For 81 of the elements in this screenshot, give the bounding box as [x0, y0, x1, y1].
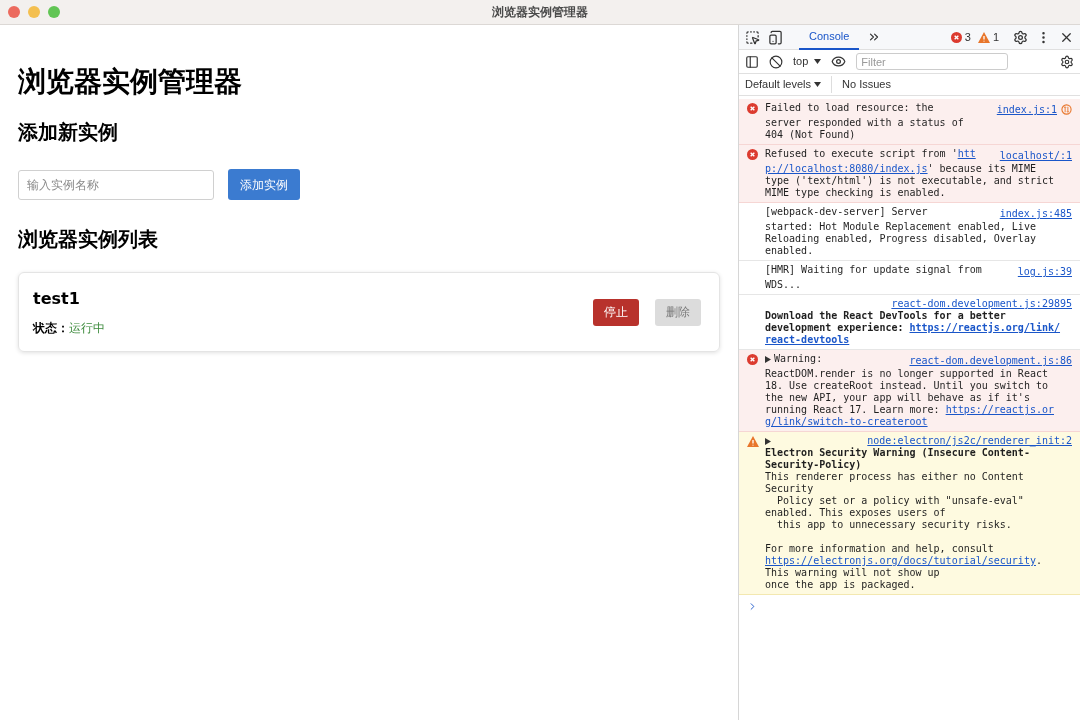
error-icon — [747, 103, 758, 114]
message-text: the new API, your app will behave as if it's — [765, 392, 1030, 403]
message-text: enabled. This exposes users of — [765, 507, 946, 518]
warning-count: 1 — [992, 29, 999, 45]
message-text: started: Hot Module Replacement enabled, Live — [765, 221, 1036, 232]
message-text: Warning: — [774, 353, 823, 364]
message-text: server responded with a status of — [765, 117, 964, 128]
message-text: [webpack-dev-server] Server — [765, 206, 928, 217]
expand-triangle-icon[interactable] — [765, 437, 771, 445]
error-count-icon — [950, 31, 962, 43]
context-dropdown[interactable]: top — [793, 53, 822, 70]
clear-console-icon[interactable] — [769, 54, 783, 69]
message-text: Reloading enabled, Progress disabled, Overlay — [765, 233, 1036, 244]
message-text: ReactDOM.render is no longer supported in React — [765, 368, 1048, 379]
message-text: Security — [765, 483, 814, 494]
message-text: . — [1035, 555, 1042, 566]
issues-label: No Issues — [842, 77, 891, 93]
message-link[interactable]: p://localhost:8080/index.js — [765, 163, 928, 174]
warning-icon — [747, 436, 759, 447]
filter-input[interactable]: Filter — [856, 53, 1009, 70]
message-text: type ('text/html') is not executable, and strict — [765, 175, 1054, 186]
message-text: development experience: — [765, 322, 905, 333]
message-text: 404 (Not Found) — [765, 129, 856, 140]
message-link[interactable]: https://reactjs.or — [945, 404, 1054, 415]
live-expression-icon[interactable] — [831, 54, 847, 69]
error-icon — [747, 149, 758, 160]
expand-triangle-icon[interactable] — [765, 355, 771, 363]
message-link[interactable]: react-devtools — [765, 334, 850, 345]
message-link[interactable]: https://electronjs.org/docs/tutorial/security — [765, 555, 1036, 566]
message-text: Policy set or a policy with "unsafe-eval" — [776, 495, 1024, 506]
source-link[interactable]: react-dom.development.js:86 — [909, 353, 1072, 368]
settings-icon[interactable] — [1013, 29, 1028, 45]
message-text: 18. Use createRoot instead. Until you switch to — [765, 380, 1048, 391]
message-text: Failed to load resource: the — [765, 102, 934, 113]
error-icon — [747, 354, 758, 365]
message-link[interactable]: g/link/switch-to-createroot — [765, 416, 928, 427]
source-link[interactable]: index.js:1 — [996, 102, 1057, 117]
network-request-icon[interactable] — [1061, 104, 1072, 115]
message-text: enabled. — [765, 245, 814, 256]
message-text: Security-Policy) — [765, 459, 862, 470]
message-text: Download the React DevTools for a better — [765, 310, 1006, 321]
add-instance-button[interactable]: 添加实例 — [228, 169, 300, 200]
message-text: running React 17. Learn more: — [765, 404, 941, 415]
instance-name-input[interactable]: 输入实例名称 — [18, 169, 214, 200]
message-link[interactable]: https://reactjs.org/link/ — [909, 322, 1060, 333]
section-heading: 浏览器实例列表 — [18, 226, 159, 252]
message-text: once the app is packaged. — [765, 579, 916, 590]
message-text: MIME type checking is enabled. — [765, 187, 946, 198]
source-link[interactable]: index.js:485 — [999, 206, 1072, 221]
message-text: This renderer process has either no Content — [765, 471, 1024, 482]
source-link[interactable]: log.js:39 — [1017, 264, 1072, 279]
caret-icon — [814, 82, 822, 87]
page-heading: 浏览器实例管理器 — [18, 65, 243, 99]
message-text: This warning will not show up — [765, 567, 940, 578]
device-toolbar-icon[interactable] — [768, 29, 783, 45]
message-text: [HMR] Waiting for update signal from — [765, 264, 982, 275]
source-link[interactable]: react-dom.development.js:29895 — [891, 298, 1072, 310]
message-text: this app to unnecessary security risks. — [776, 519, 1012, 530]
window-title: 浏览器实例管理器 — [492, 4, 588, 21]
status-value: 运行中 — [69, 320, 105, 337]
inspect-element-icon[interactable] — [745, 29, 760, 45]
sidebar-toggle-icon[interactable] — [745, 54, 759, 69]
warning-count-icon — [977, 31, 990, 43]
instance-name: test1 — [33, 288, 81, 310]
source-link[interactable]: node:electron/js2c/renderer_init:2 — [867, 435, 1072, 447]
caret-icon — [814, 59, 822, 64]
message-text: Electron Security Warning (Insecure Content- — [765, 447, 1030, 458]
close-window-button[interactable] — [8, 6, 20, 18]
message-text: ' because its MIME — [927, 163, 1036, 174]
section-heading: 添加新实例 — [18, 119, 119, 145]
log-levels-dropdown[interactable]: Default levels — [745, 76, 833, 93]
message-link[interactable]: htt — [957, 148, 976, 159]
message-text: WDS... — [765, 279, 802, 290]
console-tab[interactable]: Console — [799, 24, 860, 50]
message-text: Refused to execute script from ' — [765, 148, 958, 159]
error-count: 3 — [964, 29, 971, 45]
console-settings-icon[interactable] — [1060, 54, 1074, 69]
message-text: For more information and help, consult — [765, 543, 994, 554]
stop-button[interactable]: 停止 — [593, 298, 639, 326]
source-link[interactable]: localhost/:1 — [999, 148, 1072, 163]
status-label: 状态： — [33, 320, 69, 337]
